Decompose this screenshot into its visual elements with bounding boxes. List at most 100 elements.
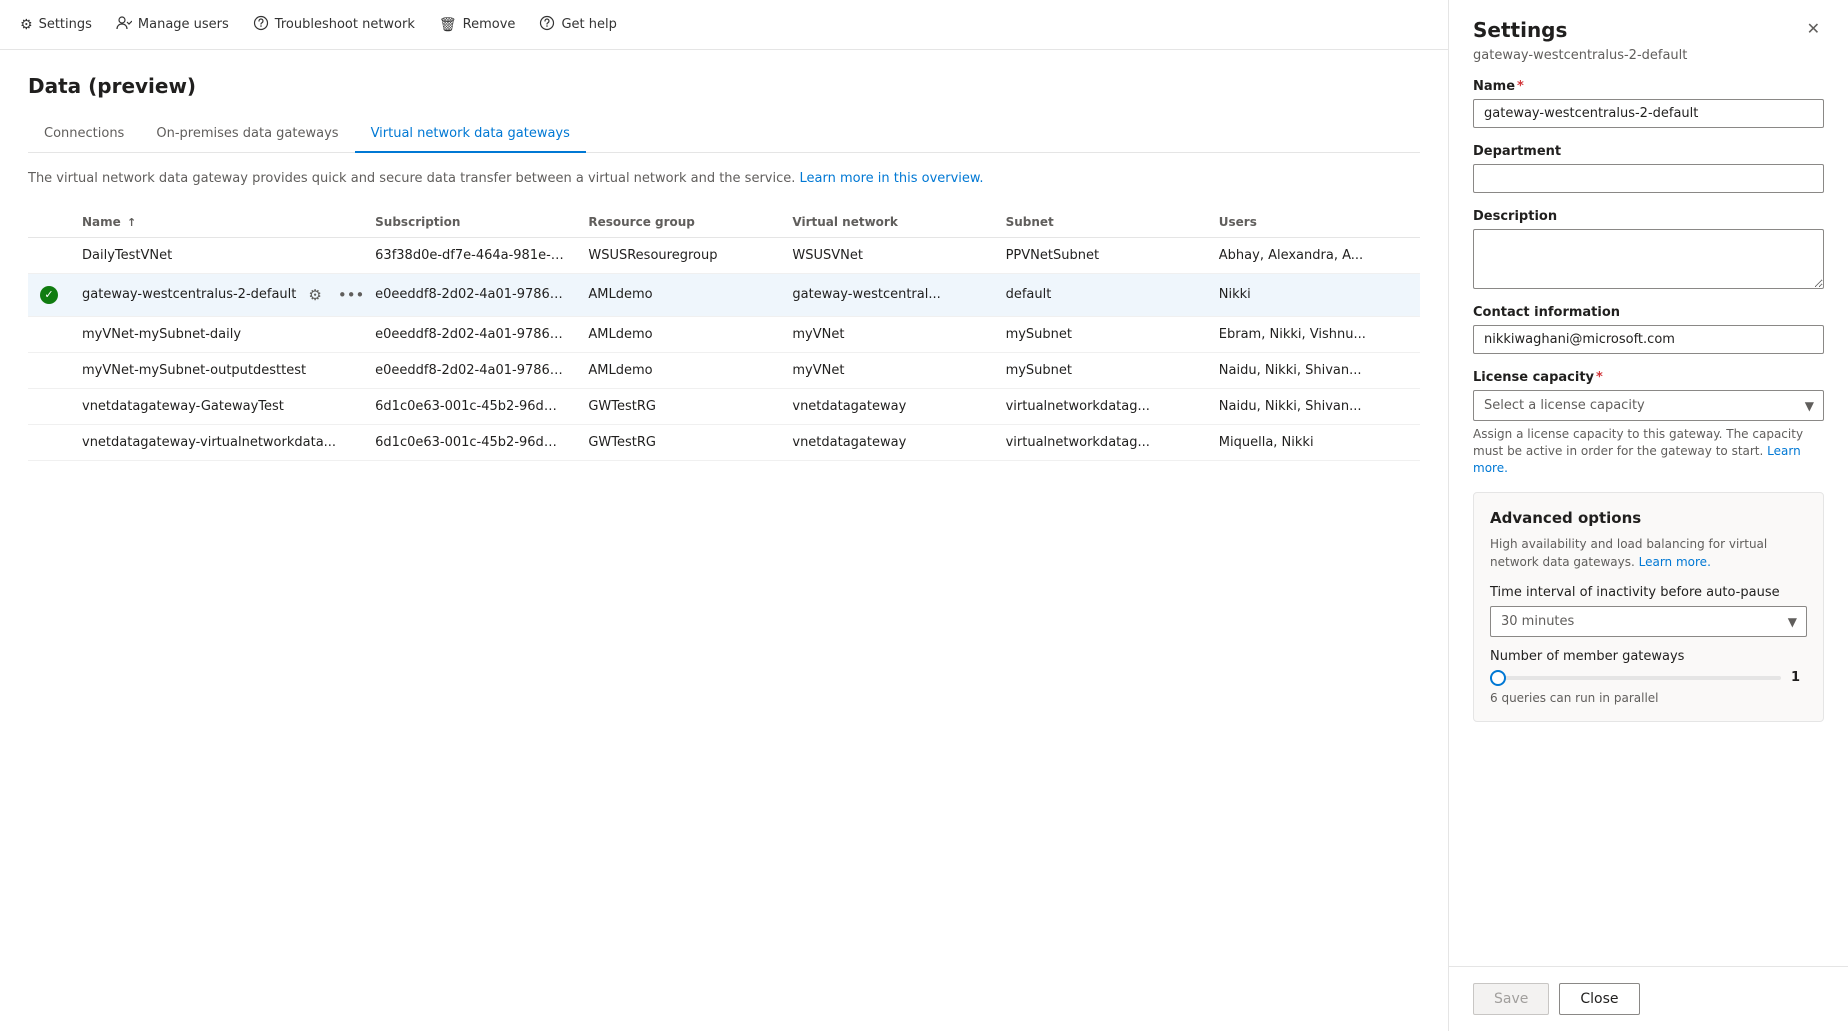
tab-on-premises[interactable]: On-premises data gateways [140, 118, 354, 153]
table-row[interactable]: ✓ gateway-westcentralus-2-default ⚙ ••• … [28, 273, 1420, 316]
license-label: License capacity* [1473, 370, 1824, 385]
advanced-options-box: Advanced options High availability and l… [1473, 492, 1824, 722]
main-panel: ⚙ Settings Manage users Troubles [0, 0, 1448, 1031]
time-interval-field: Time interval of inactivity before auto-… [1490, 585, 1807, 637]
page-content: Data (preview) Connections On-premises d… [0, 50, 1448, 1031]
action-icons: ⚙ ••• [304, 284, 363, 306]
settings-close-button[interactable]: ✕ [1803, 18, 1824, 42]
toolbar: ⚙ Settings Manage users Troubles [0, 0, 1448, 50]
toolbar-troubleshoot-label: Troubleshoot network [275, 17, 415, 32]
col-header-name[interactable]: Name ↑ [70, 207, 363, 238]
close-button[interactable]: Close [1559, 983, 1639, 1015]
row-icon-cell [28, 237, 70, 273]
table-row[interactable]: myVNet-mySubnet-dailye0eeddf8-2d02-4a01-… [28, 316, 1420, 352]
row-subscription: e0eeddf8-2d02-4a01-9786-92bb0e0cb... [363, 273, 576, 316]
name-required: * [1517, 79, 1524, 94]
row-subnet: virtualnetworkdatag... [994, 388, 1207, 424]
time-select-wrapper: 30 minutes 1 hour 2 hours 4 hours Never … [1490, 606, 1807, 637]
row-users: Miquella, Nikki [1207, 424, 1420, 460]
row-users: Naidu, Nikki, Shivan... [1207, 352, 1420, 388]
toolbar-settings[interactable]: ⚙ Settings [20, 13, 92, 37]
row-resource-group: WSUSResouregroup [576, 237, 780, 273]
tab-virtual-network[interactable]: Virtual network data gateways [355, 118, 586, 153]
row-more-icon[interactable]: ••• [334, 284, 363, 306]
row-virtual-network: myVNet [780, 316, 993, 352]
toolbar-get-help[interactable]: Get help [539, 11, 616, 39]
row-subnet: virtualnetworkdatag... [994, 424, 1207, 460]
sort-icon: ↑ [127, 216, 136, 229]
advanced-learn-more-link[interactable]: Learn more. [1639, 555, 1711, 569]
row-name: myVNet-mySubnet-daily [70, 316, 363, 352]
row-subnet: mySubnet [994, 316, 1207, 352]
row-virtual-network: gateway-westcentral... [780, 273, 993, 316]
toolbar-manage-users[interactable]: Manage users [116, 11, 229, 39]
table-row[interactable]: vnetdatagateway-virtualnetworkdata...6d1… [28, 424, 1420, 460]
remove-icon: 🗑 [439, 17, 457, 33]
troubleshoot-icon [253, 15, 269, 35]
department-label: Department [1473, 144, 1824, 159]
description-label: Description [1473, 209, 1824, 224]
row-subscription: 6d1c0e63-001c-45b2-96d7-d092e94c8... [363, 424, 576, 460]
col-header-virtual-network: Virtual network [780, 207, 993, 238]
table-header-row: Name ↑ Subscription Resource group Virtu… [28, 207, 1420, 238]
row-settings-icon[interactable]: ⚙ [304, 284, 325, 306]
time-select[interactable]: 30 minutes 1 hour 2 hours 4 hours Never [1490, 606, 1807, 637]
contact-input[interactable] [1473, 325, 1824, 354]
row-virtual-network: myVNet [780, 352, 993, 388]
name-field: Name* [1473, 79, 1824, 128]
row-resource-group: GWTestRG [576, 424, 780, 460]
col-header-subscription: Subscription [363, 207, 576, 238]
row-name: vnetdatagateway-GatewayTest [70, 388, 363, 424]
row-subnet: mySubnet [994, 352, 1207, 388]
settings-footer: Save Close [1449, 966, 1848, 1031]
tab-description: The virtual network data gateway provide… [28, 169, 1420, 189]
gateway-name-text: gateway-westcentralus-2-default [82, 287, 296, 302]
save-button[interactable]: Save [1473, 983, 1549, 1015]
settings-title: Settings [1473, 18, 1567, 42]
table-row[interactable]: DailyTestVNet63f38d0e-df7e-464a-981e-47f… [28, 237, 1420, 273]
department-input[interactable] [1473, 164, 1824, 193]
row-resource-group: AMLdemo [576, 273, 780, 316]
slider-row: 1 [1490, 670, 1807, 685]
row-subscription: e0eeddf8-2d02-4a01-9786-92bb0e0cb... [363, 352, 576, 388]
description-field: Description [1473, 209, 1824, 289]
contact-field: Contact information [1473, 305, 1824, 354]
row-users: Nikki [1207, 273, 1420, 316]
settings-subtitle: gateway-westcentralus-2-default [1449, 46, 1848, 79]
name-input[interactable] [1473, 99, 1824, 128]
member-gateways-field: Number of member gateways 1 6 queries ca… [1490, 649, 1807, 705]
table-row[interactable]: myVNet-mySubnet-outputdestteste0eeddf8-2… [28, 352, 1420, 388]
row-subscription: e0eeddf8-2d02-4a01-9786-92bb0e0cb... [363, 316, 576, 352]
license-note: Assign a license capacity to this gatewa… [1473, 426, 1824, 476]
toolbar-remove-label: Remove [463, 17, 516, 32]
description-input[interactable] [1473, 229, 1824, 289]
toolbar-troubleshoot[interactable]: Troubleshoot network [253, 11, 415, 39]
department-field: Department [1473, 144, 1824, 193]
advanced-title: Advanced options [1490, 509, 1807, 527]
parallel-note: 6 queries can run in parallel [1490, 691, 1807, 705]
learn-more-link[interactable]: Learn more in this overview. [800, 171, 984, 186]
manage-users-icon [116, 15, 132, 35]
col-header-resource-group: Resource group [576, 207, 780, 238]
row-icon-cell: ✓ [28, 273, 70, 316]
col-header-users: Users [1207, 207, 1420, 238]
settings-header: Settings ✕ [1449, 0, 1848, 46]
table-row[interactable]: vnetdatagateway-GatewayTest6d1c0e63-001c… [28, 388, 1420, 424]
toolbar-remove[interactable]: 🗑 Remove [439, 13, 516, 37]
row-icon-cell [28, 316, 70, 352]
tabs-bar: Connections On-premises data gateways Vi… [28, 118, 1420, 153]
toolbar-get-help-label: Get help [561, 17, 616, 32]
slider-value: 1 [1791, 670, 1807, 685]
time-interval-label: Time interval of inactivity before auto-… [1490, 585, 1807, 600]
license-select[interactable]: Select a license capacity [1473, 390, 1824, 421]
help-icon [539, 15, 555, 35]
row-resource-group: AMLdemo [576, 316, 780, 352]
member-gateways-label: Number of member gateways [1490, 649, 1807, 664]
contact-label: Contact information [1473, 305, 1824, 320]
advanced-description: High availability and load balancing for… [1490, 535, 1807, 571]
license-field: License capacity* Select a license capac… [1473, 370, 1824, 476]
tab-connections[interactable]: Connections [28, 118, 140, 153]
member-gateways-slider[interactable] [1490, 676, 1781, 680]
row-name: vnetdatagateway-virtualnetworkdata... [70, 424, 363, 460]
row-subscription: 6d1c0e63-001c-45b2-96d7-d092e94c8... [363, 388, 576, 424]
